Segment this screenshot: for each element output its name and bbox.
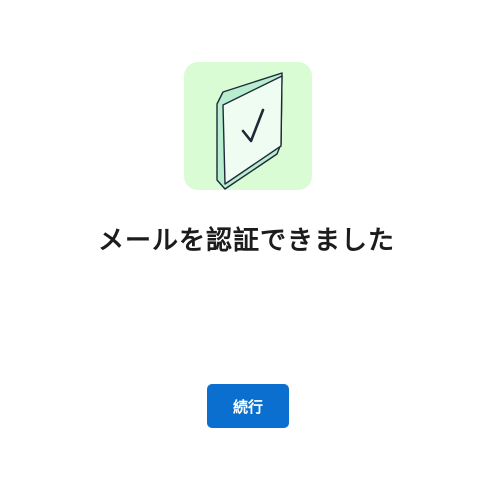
verified-illustration [184, 62, 312, 190]
continue-button[interactable]: 続行 [207, 384, 289, 428]
verified-checkbox-icon [216, 72, 283, 190]
page: メールを認証できました 続行 [0, 0, 493, 480]
page-title: メールを認証できました [97, 226, 395, 256]
